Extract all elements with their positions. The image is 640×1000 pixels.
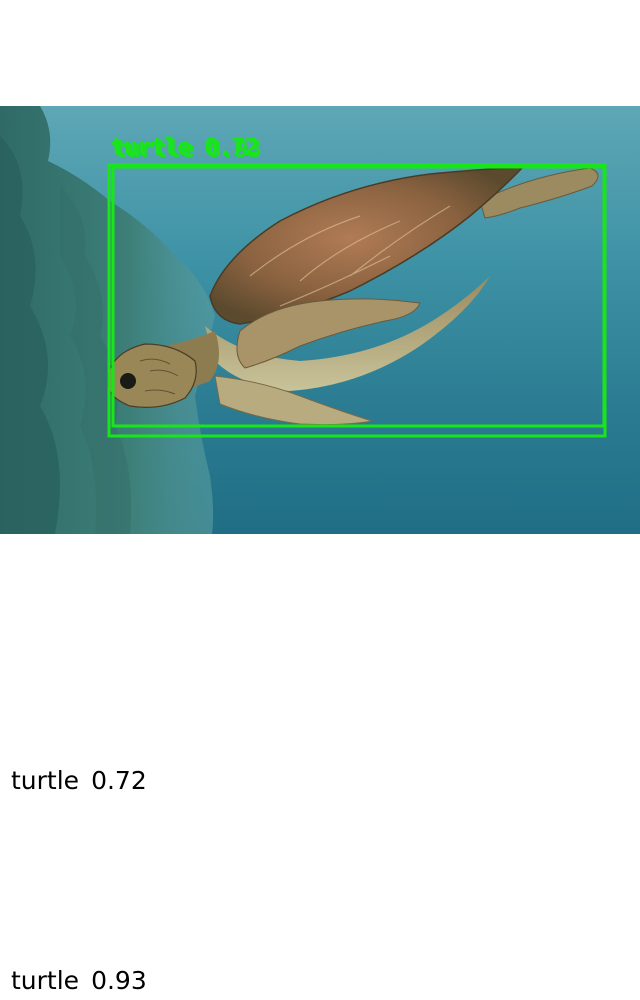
detection-score: 0.93 — [91, 966, 147, 995]
turtle-eye — [120, 373, 136, 389]
detection-class: turtle — [11, 766, 80, 795]
detection-image: turtle 0.72 turtle 0.93 — [0, 106, 640, 534]
detection-result-2: turtle 0.93 — [11, 968, 147, 993]
detection-result-1: turtle 0.72 — [11, 768, 147, 793]
detection-score: 0.72 — [91, 766, 147, 795]
detection-class: turtle — [11, 966, 80, 995]
detection-label-overlay: turtle 0.93 — [113, 135, 262, 163]
underwater-scene — [0, 106, 607, 534]
